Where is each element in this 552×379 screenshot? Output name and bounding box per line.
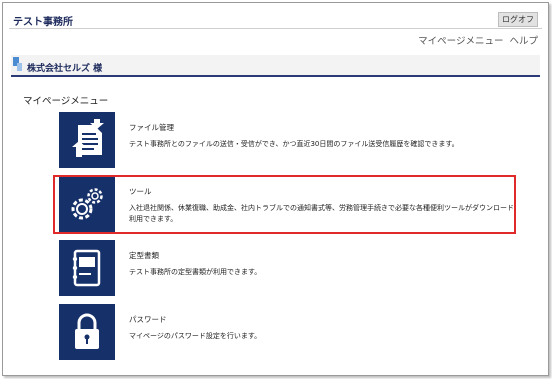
menu-item-tools[interactable]: ツール 入社退社関係、休業復職、助成金、社内トラブルでの通知書式等、労務管理手続…: [59, 176, 514, 232]
padlock-icon: [59, 304, 115, 360]
help-link[interactable]: ヘルプ: [509, 36, 538, 47]
menu-item-title: ファイル管理: [129, 123, 174, 132]
site-title: テスト事務所: [13, 17, 73, 28]
company-bar: 株式会社セルズ 様: [11, 55, 540, 77]
menu-item-title: 定型書類: [129, 251, 159, 260]
menu-item-description: テスト事務所とのファイルの送信・受信ができ、かつ直近30日間のファイル送受信履歴…: [129, 140, 459, 148]
mypage-menu-link[interactable]: マイページメニュー: [418, 36, 503, 47]
menu-item-description: 入社退社関係、休業復職、助成金、社内トラブルでの通知書式等、労務管理手続きで必要…: [129, 204, 514, 223]
header-divider: [9, 28, 542, 29]
menu-item-title: ツール: [129, 187, 152, 196]
menu-item-description: テスト事務所の定型書類が利用できます。: [129, 268, 262, 276]
gears-icon: [59, 176, 115, 232]
top-links: マイページメニュー ヘルプ: [418, 33, 538, 47]
section-title: マイページメニュー: [23, 96, 109, 107]
company-name: 株式会社セルズ 様: [27, 64, 103, 74]
file-transfer-icon: [59, 112, 115, 168]
menu-item-file-management[interactable]: ファイル管理 テスト事務所とのファイルの送信・受信ができ、かつ直近30日間のファ…: [59, 112, 509, 168]
browser-frame: テスト事務所 ログオフ マイページメニュー ヘルプ 株式会社セルズ 様 マイページ…: [2, 2, 549, 376]
menu-item-title: パスワード: [129, 315, 167, 324]
bar-accent-icon-secondary: [17, 63, 22, 71]
menu-item-standard-documents[interactable]: 定型書類 テスト事務所の定型書類が利用できます。: [59, 240, 509, 296]
binder-icon: [59, 240, 115, 296]
menu-item-password[interactable]: パスワード マイページのパスワード設定を行います。: [59, 304, 509, 360]
logout-button[interactable]: ログオフ: [498, 12, 538, 27]
menu-item-description: マイページのパスワード設定を行います。: [129, 332, 262, 340]
